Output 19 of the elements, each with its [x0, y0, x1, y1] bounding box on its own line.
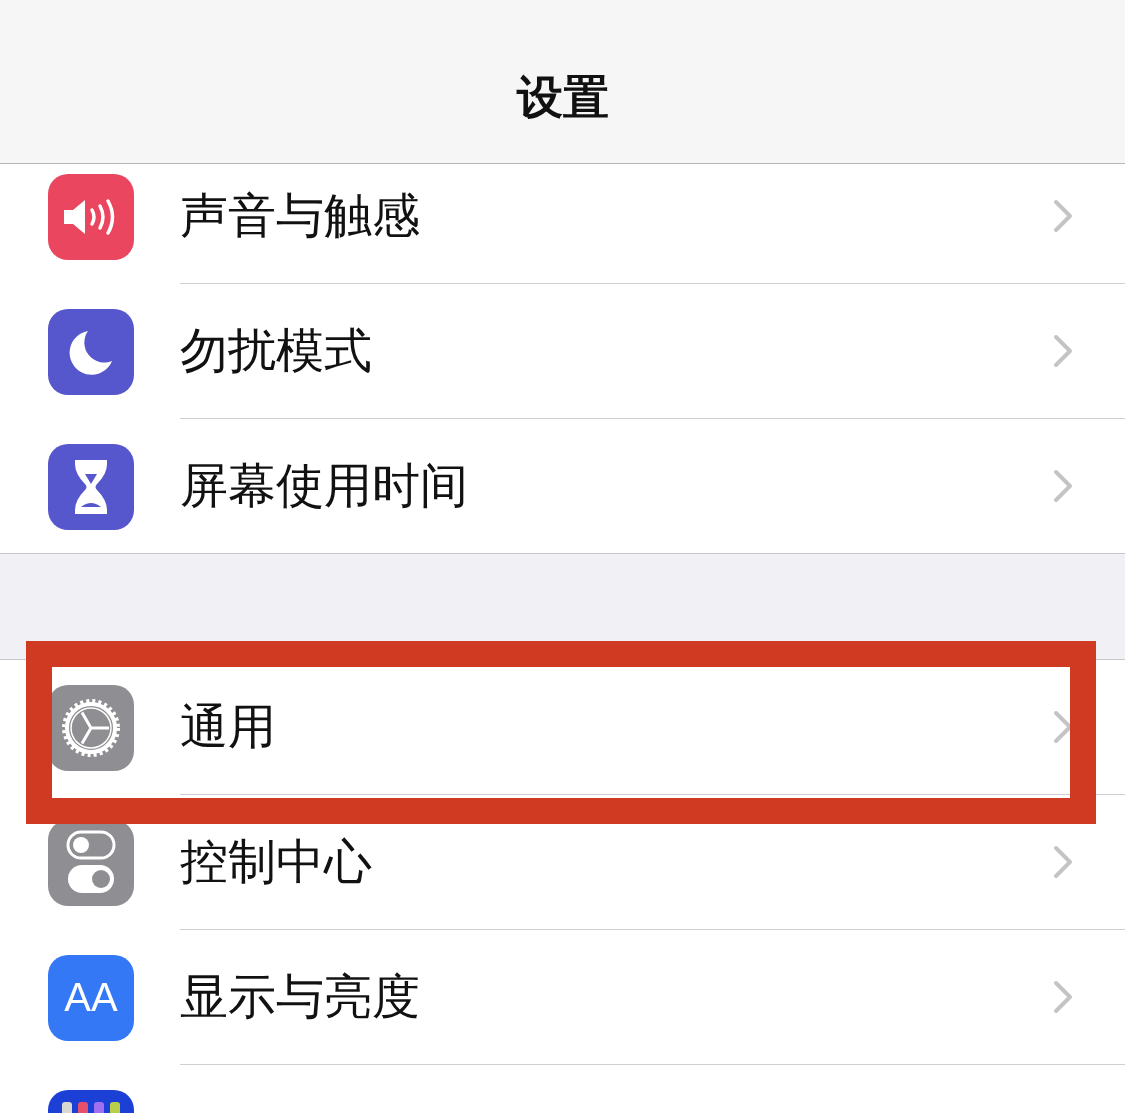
row-label: 屏幕使用时间	[180, 456, 469, 515]
chevron-icon	[1053, 469, 1073, 503]
settings-row[interactable]: 声音与触感	[0, 164, 1125, 284]
settings-row[interactable]: AA 显示与亮度	[0, 930, 1125, 1065]
settings-row[interactable]: 勿扰模式	[0, 284, 1125, 419]
page-title: 设置	[516, 68, 609, 126]
chevron-icon	[1053, 710, 1073, 744]
chevron-icon	[1053, 199, 1073, 233]
chevron-icon	[1053, 845, 1073, 879]
chevron-icon	[1053, 980, 1073, 1014]
settings-row[interactable]: 通用	[0, 660, 1125, 795]
row-label: 勿扰模式	[180, 321, 373, 380]
text-size-icon: AA	[48, 954, 134, 1041]
row-label: 控制中心	[180, 832, 373, 891]
chevron-icon	[1053, 334, 1073, 368]
row-label: 通用	[180, 697, 277, 756]
row-label: 显示与亮度	[180, 967, 421, 1026]
settings-row[interactable]: 控制中心	[0, 795, 1125, 930]
row-label: 声音与触感	[180, 186, 421, 245]
